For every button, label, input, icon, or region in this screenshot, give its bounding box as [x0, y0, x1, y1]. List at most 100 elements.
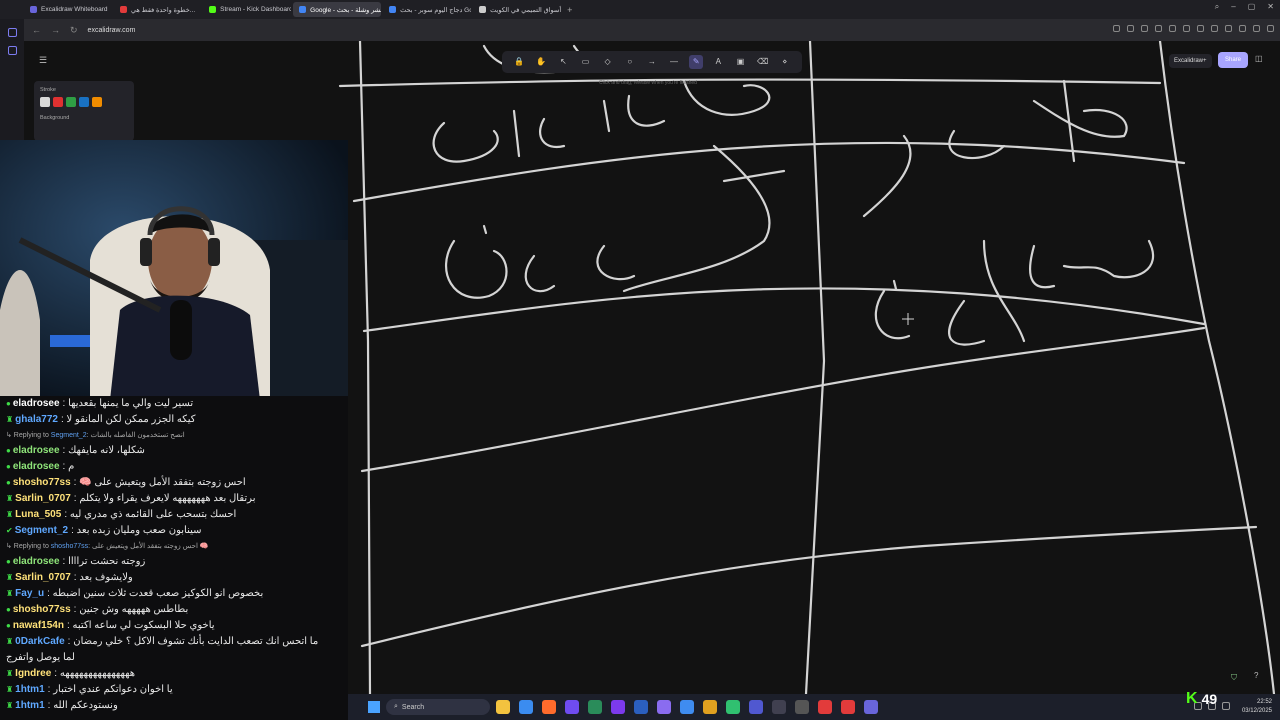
minimize-icon[interactable]: –	[1231, 2, 1235, 12]
taskbar-app-icon[interactable]	[772, 700, 786, 714]
sidebar-toggle-icon[interactable]: ◫	[1255, 54, 1263, 63]
chat-username[interactable]: eladrosee	[13, 445, 60, 456]
new-tab-icon[interactable]: +	[563, 5, 576, 15]
extra-tools-icon[interactable]: ⋄	[778, 55, 792, 69]
taskbar-app-icon[interactable]	[588, 700, 602, 714]
url-field[interactable]: excalidraw.com	[88, 27, 136, 34]
chat-username[interactable]: nawaf154n	[13, 620, 64, 631]
chat-username[interactable]: eladrosee	[13, 556, 60, 567]
chat-username[interactable]: Segment_2	[15, 525, 68, 536]
extension-icon[interactable]	[1267, 25, 1274, 32]
browser-tab[interactable]: أسواق التميمي في الكويت	[473, 2, 561, 17]
extension-icon[interactable]	[1211, 25, 1218, 32]
taskbar-app-icon[interactable]	[680, 700, 694, 714]
chat-username[interactable]: 0DarkCafe	[15, 636, 64, 647]
reply-username[interactable]: Segment_2	[51, 432, 87, 439]
reply-username[interactable]: shosho77ss	[51, 543, 88, 550]
eraser-icon[interactable]: ⌫	[756, 55, 770, 69]
chat-username[interactable]: shosho77ss	[13, 477, 71, 488]
color-swatch[interactable]	[53, 97, 63, 107]
taskbar-app-icon[interactable]	[703, 700, 717, 714]
taskbar-search[interactable]: ⌕ Search	[386, 699, 490, 715]
reload-icon[interactable]: ↻	[70, 25, 78, 36]
extension-icon[interactable]	[1141, 25, 1148, 32]
taskbar-app-icon[interactable]	[864, 700, 878, 714]
taskbar-app-icon[interactable]	[795, 700, 809, 714]
pencil-icon[interactable]: ✎	[689, 55, 704, 69]
reply-icon: ↳ Replying to	[6, 432, 51, 439]
taskbar-app-icon[interactable]	[519, 700, 533, 714]
extension-icon[interactable]	[1127, 25, 1134, 32]
chat-username[interactable]: Fay_u	[15, 588, 44, 599]
home-icon[interactable]	[7, 28, 17, 37]
maximize-icon[interactable]: ▢	[1248, 2, 1256, 12]
extension-icons	[1113, 25, 1274, 32]
chat-username[interactable]: eladrosee	[13, 398, 60, 409]
color-swatch[interactable]	[66, 97, 76, 107]
color-swatch[interactable]	[40, 97, 50, 107]
forward-icon[interactable]: →	[51, 25, 60, 35]
volume-icon[interactable]	[1222, 702, 1230, 710]
back-icon[interactable]: ←	[32, 25, 41, 35]
taskbar-app-icon[interactable]	[542, 700, 556, 714]
extension-icon[interactable]	[1225, 25, 1232, 32]
taskbar-app-icon[interactable]	[657, 700, 671, 714]
color-swatch[interactable]	[79, 97, 89, 107]
help-icon[interactable]: ?	[1254, 671, 1258, 680]
windows-start-icon[interactable]	[368, 701, 380, 713]
star-icon[interactable]	[7, 46, 17, 55]
chat-badge-icon: ♜	[6, 494, 14, 503]
diamond-icon[interactable]: ◇	[601, 55, 615, 69]
extension-icon[interactable]	[1183, 25, 1190, 32]
main-menu-icon[interactable]: ☰	[36, 53, 50, 67]
extension-icon[interactable]	[1239, 25, 1246, 32]
chat-message: ● shosho77ss: بطاطس هههههه وش جنين	[6, 604, 189, 615]
rectangle-icon[interactable]: ▭	[578, 55, 592, 69]
excalidraw-plus-button[interactable]: Excalidraw+	[1169, 54, 1212, 68]
shield-icon: ⛉	[1231, 673, 1237, 682]
viewer-count: 49	[1201, 691, 1218, 707]
taskbar-app-icon[interactable]	[726, 700, 740, 714]
chat-username[interactable]: ghala772	[15, 414, 58, 425]
browser-tab[interactable]: Stream - Kick Dashboard	[203, 2, 291, 17]
clock[interactable]: 22:52 03/12/2025	[1242, 698, 1272, 716]
hand-icon[interactable]: ✋	[534, 55, 548, 69]
chat-username[interactable]: Luna_505	[15, 509, 61, 520]
taskbar-app-icon[interactable]	[611, 700, 625, 714]
browser-tab[interactable]: Google - غشر وشلة - بحث	[293, 2, 382, 17]
select-icon[interactable]: ↖	[556, 55, 570, 69]
extension-icon[interactable]	[1253, 25, 1260, 32]
browser-tab[interactable]: خطوة واحدة فقط هي...	[114, 2, 201, 17]
taskbar-app-icon[interactable]	[565, 700, 579, 714]
taskbar-app-icon[interactable]	[841, 700, 855, 714]
extension-icon[interactable]	[1197, 25, 1204, 32]
tab-favicon-icon	[389, 6, 397, 13]
line-icon[interactable]: —	[667, 55, 681, 69]
chat-username[interactable]: Sarlin_0707	[15, 572, 71, 583]
browser-tab[interactable]: Excalidraw Whiteboard	[24, 2, 112, 17]
extension-icon[interactable]	[1169, 25, 1176, 32]
arrow-icon[interactable]: →	[645, 55, 659, 69]
search-tabs-icon[interactable]: ⌕	[1215, 2, 1219, 12]
chat-username[interactable]: eladrosee	[13, 461, 60, 472]
close-icon[interactable]: ✕	[1267, 2, 1274, 12]
text-icon[interactable]: A	[711, 55, 725, 69]
chat-username[interactable]: 1htm1	[15, 700, 44, 711]
chat-username[interactable]: 1htm1	[15, 684, 44, 695]
chat-username[interactable]: shosho77ss	[13, 604, 71, 615]
chat-username[interactable]: Sarlin_0707	[15, 493, 71, 504]
chat-username[interactable]: Igndree	[15, 668, 51, 679]
ellipse-icon[interactable]: ○	[623, 55, 637, 69]
taskbar-app-icon[interactable]	[634, 700, 648, 714]
chat-text: م	[68, 461, 75, 472]
color-swatch[interactable]	[92, 97, 102, 107]
image-icon[interactable]: ▣	[733, 55, 747, 69]
browser-tab[interactable]: دجاج اليوم سوبر - بحث Google	[383, 2, 471, 17]
taskbar-app-icon[interactable]	[818, 700, 832, 714]
extension-icon[interactable]	[1155, 25, 1162, 32]
lock-icon[interactable]: 🔒	[512, 55, 526, 69]
extension-icon[interactable]	[1113, 25, 1120, 32]
taskbar-app-icon[interactable]	[749, 700, 763, 714]
taskbar-app-icon[interactable]	[496, 700, 510, 714]
share-button[interactable]: Share	[1218, 52, 1249, 68]
